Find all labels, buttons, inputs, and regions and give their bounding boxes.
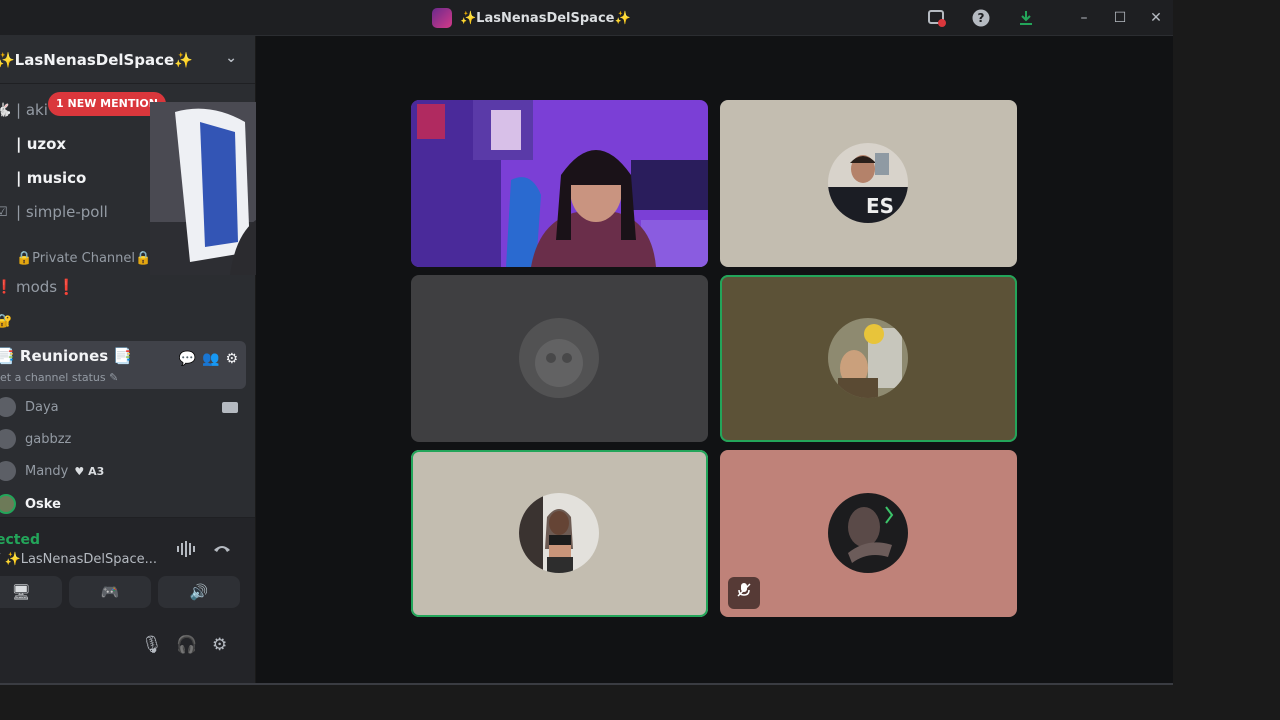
channel-simple-poll[interactable]: ☑ | simple-poll xyxy=(0,197,108,227)
voice-channel-reuniones[interactable]: 📑 Reuniones 📑 et a channel status ✎ 💬 👥 … xyxy=(0,341,246,389)
voice-member[interactable]: Daya xyxy=(0,393,59,421)
activities-button[interactable]: 🎮 xyxy=(69,576,151,608)
channel-label: | uzox xyxy=(16,135,67,153)
inbox-icon[interactable] xyxy=(928,9,946,27)
video-tile[interactable] xyxy=(411,100,708,267)
member-name: gabbzz xyxy=(25,431,72,447)
minimize-button[interactable]: – xyxy=(1074,8,1094,28)
participant-tile[interactable] xyxy=(720,275,1017,442)
channel-status-text: et a channel status xyxy=(0,371,106,384)
chevron-down-icon: ⌄ xyxy=(225,50,237,66)
maximize-button[interactable]: ☐ xyxy=(1110,8,1130,28)
participant-tile[interactable] xyxy=(411,275,708,442)
muted-microphone-icon xyxy=(728,577,760,609)
window-title: ✨LasNenasDelSpace✨ xyxy=(432,8,631,28)
channel-label: | simple-poll xyxy=(16,203,108,221)
window-bottom-border xyxy=(0,683,1173,685)
voice-stage: ES xyxy=(256,36,1173,684)
avatar xyxy=(0,494,16,514)
channel-prefix-icon: 🐇 xyxy=(0,102,13,118)
channel-locked[interactable]: 🔐 xyxy=(0,306,16,336)
close-button[interactable]: ✕ xyxy=(1146,8,1166,28)
participant-video xyxy=(411,100,708,267)
badge-label: A3 xyxy=(88,464,105,478)
participant-tile[interactable]: ES xyxy=(720,100,1017,267)
voice-channel-actions: 💬 👥 ⚙ xyxy=(179,351,238,367)
member-name: Daya xyxy=(25,399,59,415)
microphone-icon[interactable]: 🎙 xyxy=(141,635,163,655)
pencil-icon: ✎ xyxy=(109,371,119,384)
member-badge: ♥ A3 xyxy=(74,465,104,478)
channel-aki[interactable]: 🐇 | aki xyxy=(0,95,48,125)
channel-mods[interactable]: ❗ mods❗ xyxy=(0,272,76,302)
voice-channel-status[interactable]: et a channel status ✎ xyxy=(0,371,118,384)
voice-member[interactable]: gabbzz xyxy=(0,425,71,453)
participant-avatar xyxy=(519,493,599,573)
gear-icon[interactable]: ⚙ xyxy=(225,351,238,367)
participant-avatar xyxy=(828,318,908,398)
channel-label: | musico xyxy=(16,169,87,187)
screen-share-icon: 🖥 xyxy=(11,583,31,601)
channel-label: | aki xyxy=(16,101,48,119)
headphones-icon[interactable]: 🎧 xyxy=(176,635,197,655)
svg-text:?: ? xyxy=(978,11,985,25)
screen-share-button[interactable]: 🖥 xyxy=(0,576,62,608)
svg-text:ES: ES xyxy=(866,194,894,218)
chat-icon[interactable]: 💬 xyxy=(179,351,196,367)
member-name: Mandy xyxy=(25,463,69,479)
participant-avatar xyxy=(828,493,908,573)
new-mention-pill[interactable]: 1 NEW MENTION xyxy=(48,92,166,116)
window-title-text: ✨LasNenasDelSpace✨ xyxy=(460,10,631,26)
voice-channel-name: 📑 Reuniones 📑 xyxy=(0,347,133,365)
participant-tile[interactable] xyxy=(720,450,1017,617)
avatar xyxy=(0,429,16,449)
channel-uzox[interactable]: | uzox xyxy=(0,129,66,159)
gamepad-icon: 🎮 xyxy=(100,583,120,601)
voice-member-self[interactable]: Oske xyxy=(0,490,61,518)
server-header[interactable]: ✨LasNenasDelSpace✨ ⌄ xyxy=(0,36,255,84)
participant-tile[interactable] xyxy=(411,450,708,617)
channel-private[interactable]: · 🔒Private Channel🔒 xyxy=(0,243,151,273)
soundboard-button[interactable]: 🔊 xyxy=(158,576,240,608)
user-panel: 🎙 🎧 ⚙ xyxy=(0,609,255,684)
video-camera-icon xyxy=(222,402,238,413)
channel-prefix-icon: · xyxy=(0,251,16,266)
channel-label: mods❗ xyxy=(16,278,76,296)
poll-icon: ☑ xyxy=(0,204,8,220)
channel-label: 🔒Private Channel🔒 xyxy=(16,250,152,266)
server-logo-icon xyxy=(432,8,452,28)
heart-icon: ♥ xyxy=(74,464,85,478)
disconnect-icon[interactable] xyxy=(212,540,232,559)
exclamation-icon: ❗ xyxy=(0,279,13,295)
voice-member[interactable]: Mandy ♥ A3 xyxy=(0,457,104,485)
participant-avatar: ES xyxy=(828,143,908,223)
settings-gear-icon[interactable]: ⚙ xyxy=(212,635,227,655)
server-name: ✨LasNenasDelSpace✨ xyxy=(0,50,193,69)
lock-icon: 🔐 xyxy=(0,313,13,329)
noise-suppression-icon[interactable] xyxy=(176,540,196,562)
channel-musico[interactable]: | musico xyxy=(0,163,86,193)
download-icon[interactable] xyxy=(1017,9,1035,27)
voice-connected-status[interactable]: ected xyxy=(0,532,40,548)
title-bar: ✨LasNenasDelSpace✨ ? – ☐ ✕ xyxy=(0,0,1173,36)
soundboard-icon: 🔊 xyxy=(189,583,209,601)
help-icon[interactable]: ? xyxy=(972,9,990,27)
voice-connected-channel[interactable]: / ✨LasNenasDelSpace... xyxy=(0,552,157,567)
avatar xyxy=(0,461,16,481)
voice-connected-panel: ected / ✨LasNenasDelSpace... 🖥 🎮 🔊 xyxy=(0,517,255,609)
member-name: Oske xyxy=(25,496,61,512)
participant-avatar xyxy=(519,318,599,398)
avatar xyxy=(0,397,16,417)
invite-icon[interactable]: 👥 xyxy=(202,351,219,367)
